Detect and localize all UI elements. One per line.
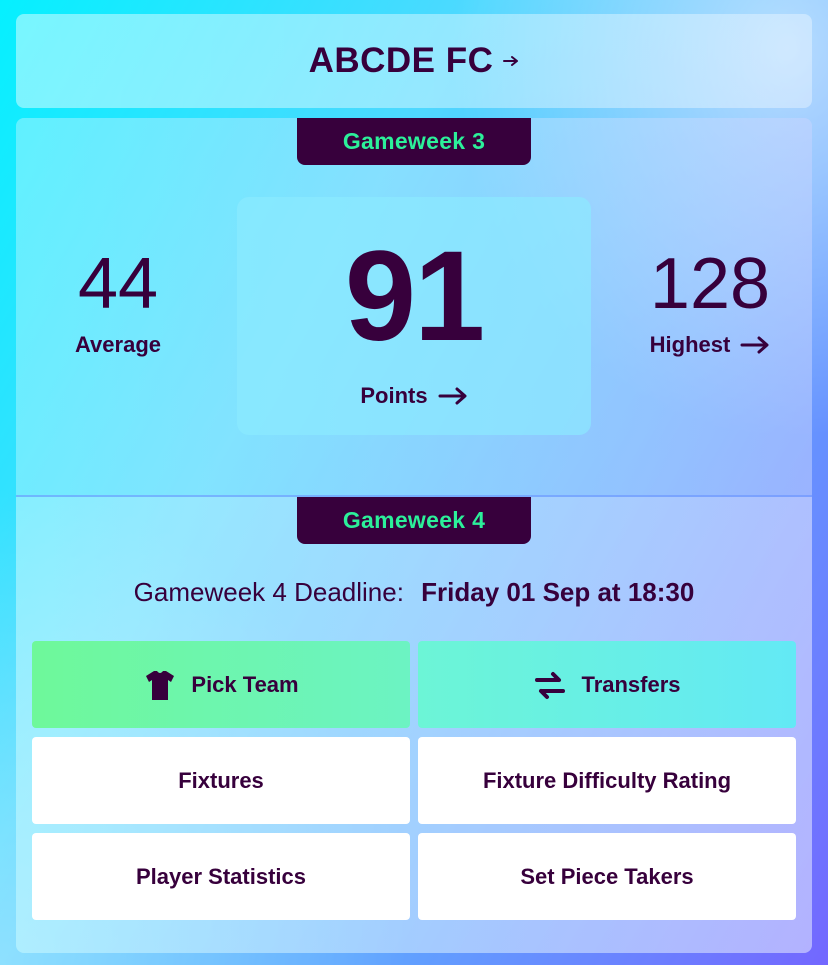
pick-team-button[interactable]: Pick Team xyxy=(32,641,410,728)
average-label: Average xyxy=(74,332,161,357)
deadline-value: Friday 01 Sep at 18:30 xyxy=(421,577,695,607)
transfers-label: Transfers xyxy=(581,671,681,697)
player-statistics-label: Player Statistics xyxy=(136,863,306,889)
set-piece-takers-button[interactable]: Set Piece Takers xyxy=(418,833,796,920)
points-label: Points xyxy=(360,383,428,408)
shirt-icon xyxy=(146,670,175,700)
average-stat: 44 Average xyxy=(18,248,218,358)
current-gameweek-section: Gameweek 3 44 Average 91 Points 128 High… xyxy=(16,118,812,495)
fixtures-button[interactable]: Fixtures xyxy=(32,737,410,824)
fixtures-label: Fixtures xyxy=(178,767,264,793)
average-value: 44 xyxy=(77,244,159,324)
deadline: Gameweek 4 Deadline: Friday 01 Sep at 18… xyxy=(16,577,812,608)
highest-label: Highest xyxy=(649,332,731,357)
points-card[interactable]: 91 Points xyxy=(237,197,591,435)
next-gameweek-section: Gameweek 4 Gameweek 4 Deadline: Friday 0… xyxy=(16,497,812,953)
gameweek-panel: Gameweek 3 44 Average 91 Points 128 High… xyxy=(16,118,812,953)
points-value: 91 xyxy=(344,225,485,368)
fdr-label: Fixture Difficulty Rating xyxy=(482,767,732,793)
set-piece-takers-label: Set Piece Takers xyxy=(520,863,694,889)
transfers-button[interactable]: Transfers xyxy=(418,641,796,728)
player-statistics-button[interactable]: Player Statistics xyxy=(32,833,410,920)
highest-stat-link[interactable]: 128 Highest xyxy=(610,248,810,358)
next-gameweek-tab: Gameweek 4 xyxy=(297,497,531,544)
pick-team-label: Pick Team xyxy=(191,671,299,697)
current-gameweek-tab: Gameweek 3 xyxy=(297,118,531,165)
swap-arrows-icon xyxy=(535,671,566,699)
arrow-right-icon xyxy=(503,56,519,66)
highest-value: 128 xyxy=(649,244,771,324)
team-name: ABCDE FC xyxy=(308,41,494,80)
fixture-difficulty-rating-button[interactable]: Fixture Difficulty Rating xyxy=(418,737,796,824)
deadline-label: Gameweek 4 Deadline: xyxy=(133,577,404,607)
arrow-right-icon xyxy=(740,336,769,354)
arrow-right-icon xyxy=(438,387,467,405)
team-header-link[interactable]: ABCDE FC xyxy=(16,14,812,108)
